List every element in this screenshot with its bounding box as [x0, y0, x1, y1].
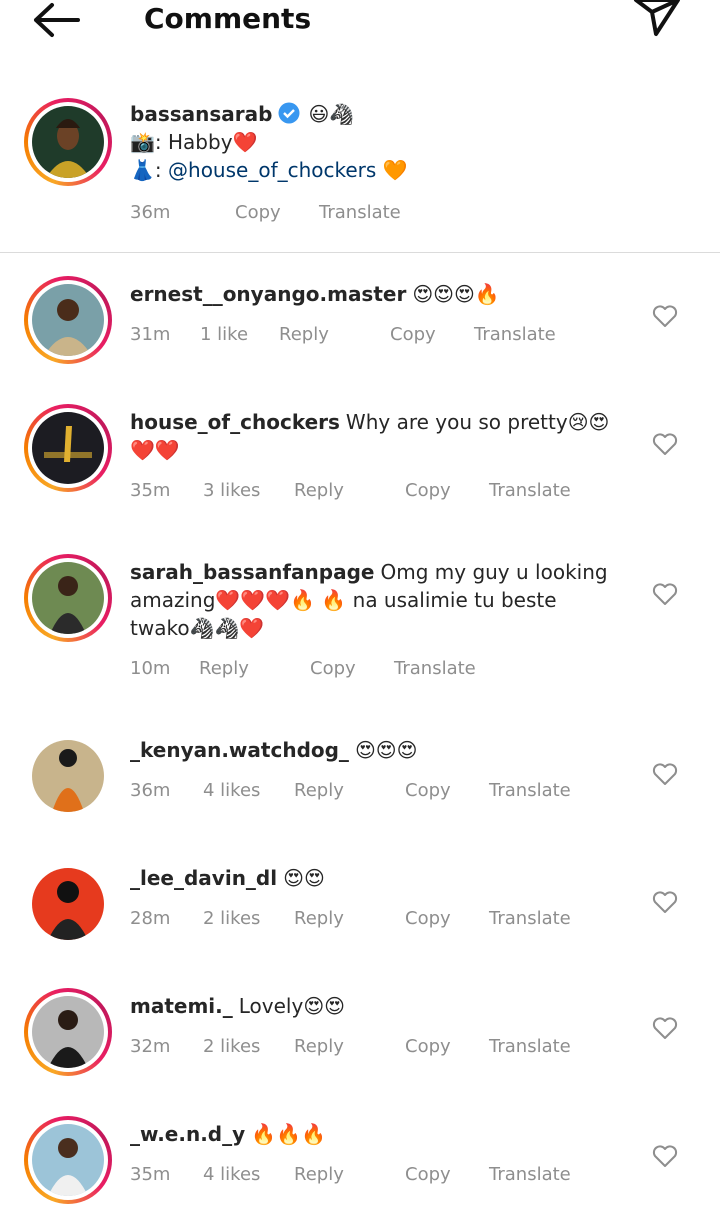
comment-username[interactable]: matemi._ [130, 994, 233, 1018]
copy-button[interactable]: Copy [390, 322, 436, 348]
timestamp: 36m [130, 202, 171, 223]
translate-button[interactable]: Translate [489, 1034, 571, 1060]
timestamp: 31m [130, 324, 171, 345]
translate-button[interactable]: Translate [394, 656, 476, 682]
timestamp: 10m [130, 658, 171, 679]
caption-emojis: 😃🦓 [308, 102, 355, 126]
comment-text-cont: twako🦓🦓❤️ [130, 616, 265, 640]
timestamp: 28m [130, 908, 171, 929]
post-caption: bassansarab 😃🦓 📸: Habby❤️ 👗: @house_of_ch… [0, 96, 720, 246]
translate-button[interactable]: Translate [489, 478, 571, 504]
comment-text: 😍😍 [283, 866, 325, 890]
comment-username[interactable]: sarah_bassanfanpage [130, 560, 374, 584]
caption-mention[interactable]: @house_of_chockers [168, 158, 376, 182]
comment-text: Why are you so pretty😢😍 [345, 410, 610, 434]
timestamp: 35m [130, 1164, 171, 1185]
copy-button[interactable]: Copy [405, 478, 451, 504]
reply-button[interactable]: Reply [294, 778, 344, 804]
copy-button[interactable]: Copy [405, 778, 451, 804]
comment-text: 😍😍😍 [354, 738, 418, 762]
avatar[interactable] [32, 740, 104, 812]
paper-plane-icon [634, 0, 680, 36]
top-bar: Comments [0, 0, 720, 40]
comment-username[interactable]: _kenyan.watchdog_ [130, 738, 349, 762]
timestamp: 35m [130, 480, 171, 501]
comment-username[interactable]: house_of_chockers [130, 410, 340, 434]
comment-username[interactable]: _w.e.n.d_y [130, 1122, 245, 1146]
avatar[interactable] [24, 988, 112, 1076]
comment-username[interactable]: ernest__onyango.master [130, 282, 406, 306]
share-button[interactable] [632, 0, 682, 40]
avatar[interactable] [24, 1116, 112, 1204]
copy-button[interactable]: Copy [405, 1162, 451, 1188]
avatar[interactable] [24, 554, 112, 642]
copy-button[interactable]: Copy [405, 1034, 451, 1060]
verified-badge-icon [278, 102, 300, 124]
back-button[interactable] [30, 0, 82, 40]
heart-outline-icon[interactable] [652, 432, 678, 456]
translate-button[interactable]: Translate [319, 200, 401, 226]
comment-text-cont: ❤️❤️ [130, 438, 180, 462]
timestamp: 36m [130, 780, 171, 801]
page-title: Comments [144, 2, 312, 35]
heart-outline-icon[interactable] [652, 890, 678, 914]
likes-count[interactable]: 2 likes [203, 906, 260, 932]
avatar[interactable] [24, 276, 112, 364]
timestamp: 32m [130, 1036, 171, 1057]
comment-text-cont: amazing❤️❤️❤️🔥 🔥 na usalimie tu beste [130, 588, 557, 612]
heart-outline-icon[interactable] [652, 304, 678, 328]
likes-count[interactable]: 1 like [200, 322, 248, 348]
comment-text: Lovely😍😍 [238, 994, 346, 1018]
dress-icon: 👗 [130, 158, 155, 182]
arrow-left-icon [34, 3, 80, 37]
avatar[interactable] [24, 404, 112, 492]
camera-icon: 📸 [130, 130, 155, 154]
copy-button[interactable]: Copy [235, 200, 281, 226]
copy-button[interactable]: Copy [405, 906, 451, 932]
avatar[interactable] [32, 868, 104, 940]
likes-count[interactable]: 4 likes [203, 1162, 260, 1188]
translate-button[interactable]: Translate [489, 778, 571, 804]
translate-button[interactable]: Translate [489, 1162, 571, 1188]
caption-username[interactable]: bassansarab [130, 102, 272, 126]
divider [0, 252, 720, 253]
likes-count[interactable]: 2 likes [203, 1034, 260, 1060]
comment-username[interactable]: _lee_davin_dl [130, 866, 277, 890]
likes-count[interactable]: 4 likes [203, 778, 260, 804]
heart-outline-icon[interactable] [652, 582, 678, 606]
reply-button[interactable]: Reply [294, 906, 344, 932]
heart-outline-icon[interactable] [652, 1144, 678, 1168]
likes-count[interactable]: 3 likes [203, 478, 260, 504]
comment-text: 😍😍😍🔥 [412, 282, 500, 306]
comment-text: 🔥🔥🔥 [251, 1122, 326, 1146]
translate-button[interactable]: Translate [489, 906, 571, 932]
comment-text: Omg my guy u looking [380, 560, 608, 584]
heart-outline-icon[interactable] [652, 762, 678, 786]
heart-outline-icon[interactable] [652, 1016, 678, 1040]
reply-button[interactable]: Reply [294, 1034, 344, 1060]
reply-button[interactable]: Reply [279, 322, 329, 348]
caption-emoji: 🧡 [382, 158, 408, 182]
avatar[interactable] [24, 98, 112, 186]
reply-button[interactable]: Reply [199, 656, 249, 682]
translate-button[interactable]: Translate [474, 322, 556, 348]
reply-button[interactable]: Reply [294, 1162, 344, 1188]
reply-button[interactable]: Reply [294, 478, 344, 504]
copy-button[interactable]: Copy [310, 656, 356, 682]
caption-line-1: : Habby❤️ [154, 130, 258, 154]
